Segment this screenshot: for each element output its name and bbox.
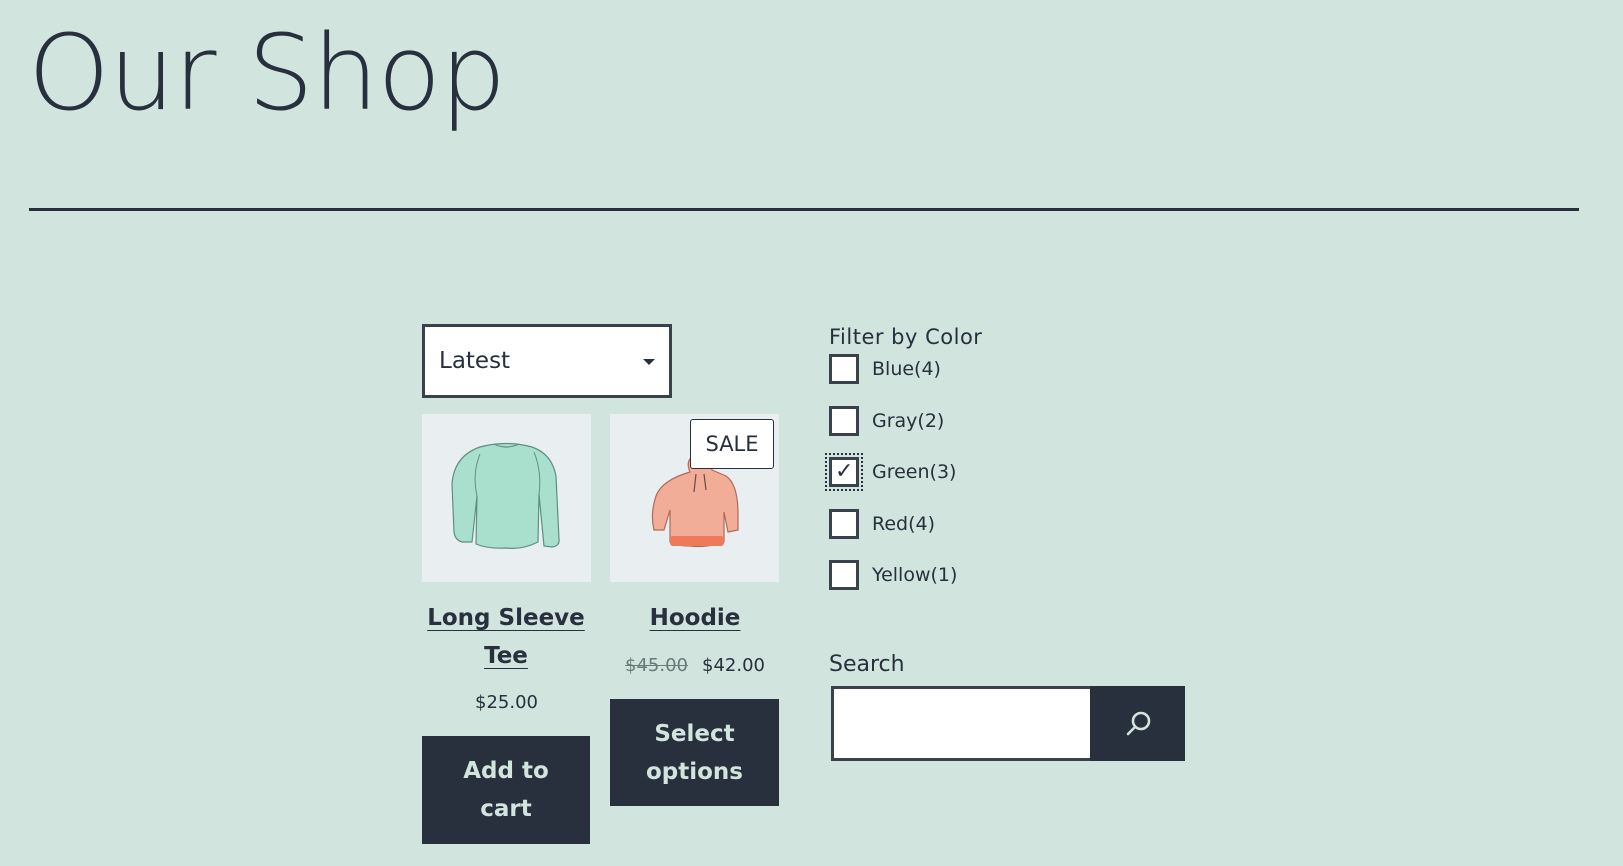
search-icon	[1126, 711, 1150, 735]
product-price: $25.00	[475, 692, 538, 713]
add-to-cart-button[interactable]: Add to cart	[422, 736, 590, 844]
product-name-link[interactable]: Hoodie	[600, 599, 790, 637]
sale-badge: SALE	[690, 419, 774, 469]
page-title: Our Shop	[28, 12, 506, 134]
filter-option-yellow[interactable]: Yellow(1)	[829, 559, 957, 591]
title-divider	[29, 208, 1579, 211]
sort-select-value: Latest	[439, 348, 511, 374]
filter-option-label: Green(3)	[872, 461, 957, 483]
search-input[interactable]	[831, 686, 1091, 761]
checkbox[interactable]	[829, 406, 859, 436]
filter-option-label: Blue(4)	[872, 358, 941, 380]
sort-select[interactable]: Latest	[422, 324, 672, 398]
filter-option-gray[interactable]: Gray(2)	[829, 405, 944, 437]
checkbox[interactable]	[829, 509, 859, 539]
product-name-link[interactable]: Long Sleeve Tee	[411, 599, 601, 675]
sale-price: $42.00	[702, 655, 765, 676]
long-sleeve-tee-icon	[451, 442, 560, 549]
filter-option-label: Yellow(1)	[872, 564, 958, 586]
filter-option-blue[interactable]: Blue(4)	[829, 353, 941, 385]
select-options-button[interactable]: Select options	[610, 699, 779, 806]
filter-title: Filter by Color	[829, 325, 983, 349]
filter-option-label: Gray(2)	[872, 410, 945, 432]
filter-option-red[interactable]: Red(4)	[829, 508, 935, 540]
checkbox[interactable]	[829, 560, 859, 590]
original-price: $45.00	[625, 655, 688, 676]
product-price: $45.00 $42.00	[600, 655, 790, 676]
product-image-long-sleeve-tee[interactable]	[422, 414, 591, 582]
checkbox[interactable]	[829, 354, 859, 384]
caret-down-icon	[643, 359, 655, 365]
filter-option-label: Red(4)	[872, 513, 936, 535]
search-label: Search	[829, 652, 905, 677]
checkbox-checked[interactable]: ✓	[825, 453, 863, 491]
filter-option-green[interactable]: ✓ Green(3)	[825, 453, 957, 491]
checkmark-icon: ✓	[835, 459, 854, 484]
search-button[interactable]	[1090, 686, 1185, 761]
